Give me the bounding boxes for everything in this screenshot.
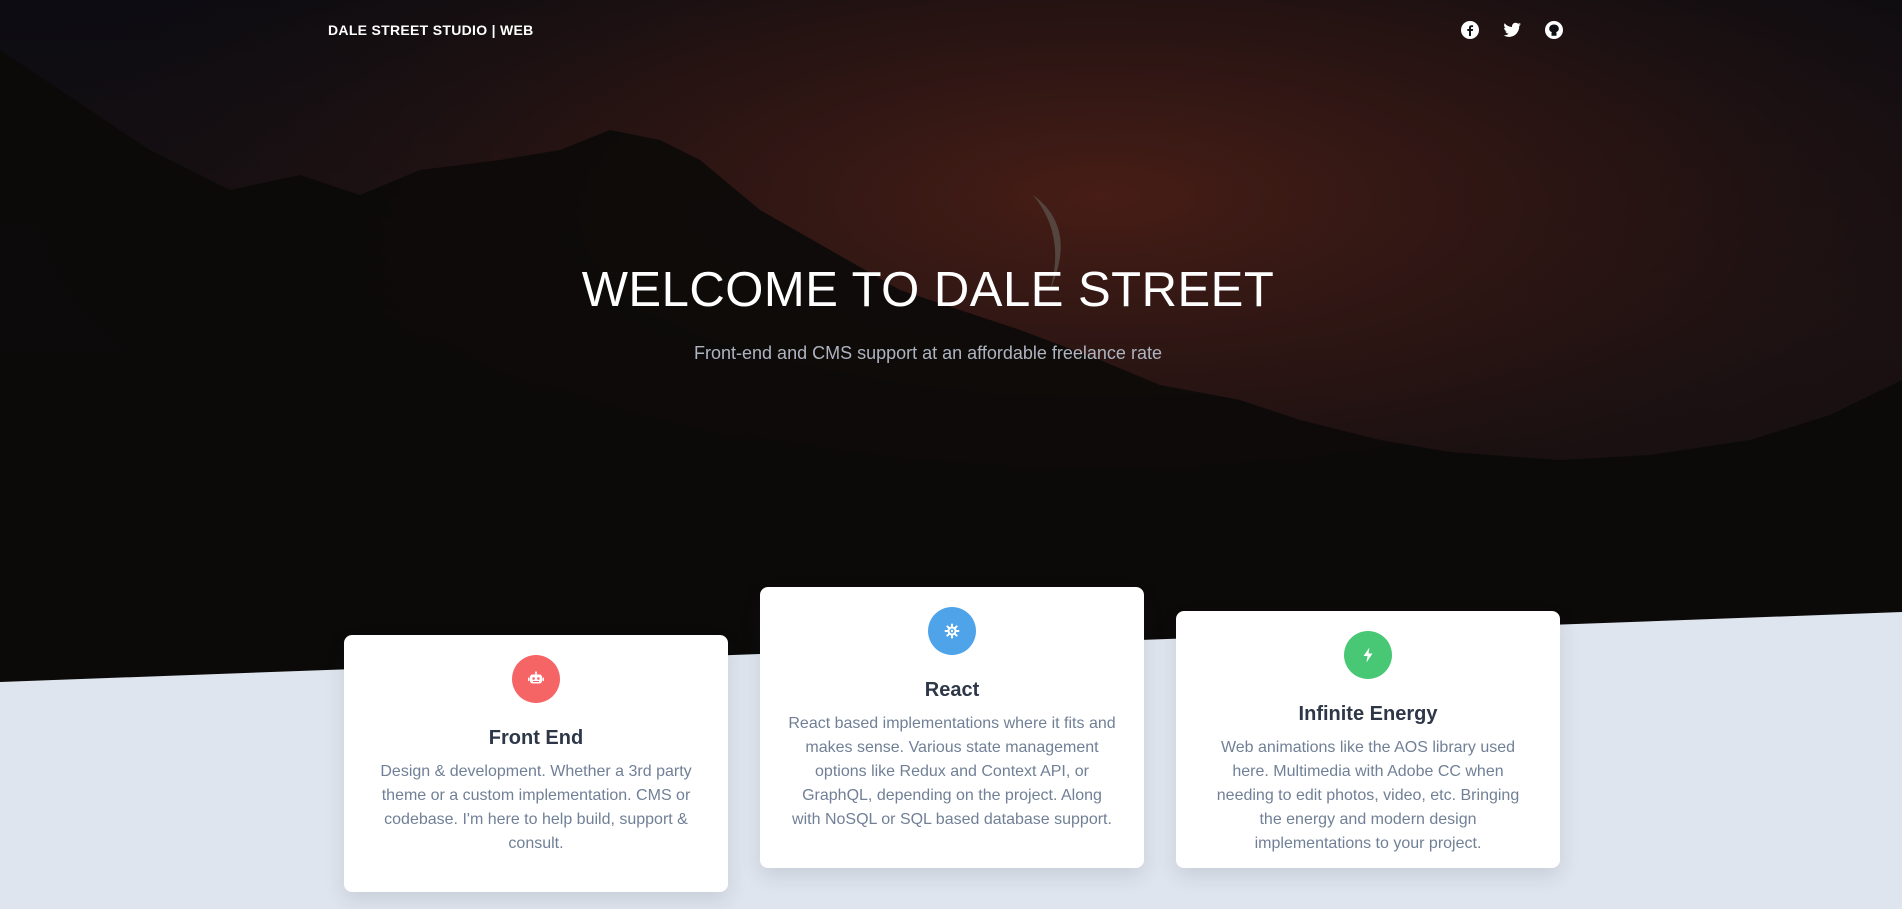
front-end-badge: [512, 655, 560, 703]
bolt-icon: [1363, 647, 1373, 663]
service-card-react: React React based implementations where …: [760, 587, 1144, 868]
service-card-infinite-energy: Infinite Energy Web animations like the …: [1176, 611, 1560, 868]
brand-logo-text[interactable]: DALE STREET STUDIO | WEB: [328, 22, 534, 38]
social-links: [1460, 20, 1564, 40]
card-title: React: [924, 679, 980, 701]
card-description: Web animations like the AOS library used…: [1216, 739, 1520, 852]
facebook-icon[interactable]: [1460, 20, 1480, 40]
card-title: Infinite Energy: [1298, 703, 1438, 725]
robot-icon: [528, 671, 544, 684]
hero-subtitle: Front-end and CMS support at an affordab…: [694, 343, 1162, 363]
card-title: Front End: [488, 727, 584, 749]
github-icon[interactable]: [1544, 20, 1564, 40]
card-description: Design & development. Whether a 3rd part…: [380, 763, 692, 852]
top-navbar: DALE STREET STUDIO | WEB: [0, 0, 1902, 60]
react-icon: [944, 623, 960, 639]
card-description: React based implementations where it fit…: [788, 715, 1116, 828]
react-badge: [928, 607, 976, 655]
service-card-front-end: Front End Design & development. Whether …: [344, 635, 728, 892]
twitter-icon[interactable]: [1502, 20, 1522, 40]
energy-badge: [1344, 631, 1392, 679]
hero-title: WELCOME TO DALE STREET: [581, 263, 1275, 317]
